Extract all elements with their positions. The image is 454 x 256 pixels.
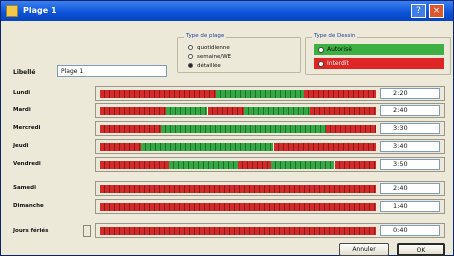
mode-option-quotidienne[interactable]: quotidienne bbox=[188, 43, 230, 52]
forbidden-segment[interactable] bbox=[100, 227, 376, 235]
allowed-segment[interactable] bbox=[271, 161, 334, 169]
mode-option-detaillee[interactable]: détaillée bbox=[188, 61, 221, 70]
radio-icon[interactable] bbox=[318, 60, 324, 67]
allowed-segment[interactable] bbox=[216, 90, 304, 98]
forbidden-segment[interactable] bbox=[274, 143, 376, 151]
mode-option-label: semaine/WE bbox=[197, 53, 232, 60]
libelle-label: Libellé bbox=[13, 69, 36, 76]
day-label: Jeudi bbox=[13, 143, 29, 149]
schedule-bar[interactable] bbox=[100, 107, 376, 115]
cancel-button[interactable]: Annuler bbox=[339, 243, 389, 256]
day-time: 2:40 bbox=[380, 105, 440, 116]
day-label: Samedi bbox=[13, 185, 36, 191]
day-time: 3:40 bbox=[380, 141, 440, 152]
day-time: 3:30 bbox=[380, 123, 440, 134]
allowed-segment[interactable] bbox=[161, 125, 327, 133]
forbidden-segment[interactable] bbox=[100, 90, 216, 98]
day-time: 1:40 bbox=[380, 201, 440, 212]
draw-type-forbidden-label: Interdit bbox=[327, 60, 349, 67]
schedule-bar[interactable] bbox=[100, 203, 376, 211]
day-row-jeudi: 3:40 bbox=[95, 139, 445, 154]
forbidden-segment[interactable] bbox=[326, 125, 376, 133]
forbidden-segment[interactable] bbox=[100, 203, 376, 211]
ok-button[interactable]: OK bbox=[397, 243, 445, 256]
forbidden-segment[interactable] bbox=[208, 107, 244, 115]
title-bar[interactable]: Plage 1 ? × bbox=[1, 1, 453, 21]
radio-icon[interactable] bbox=[188, 63, 193, 68]
draw-type-forbidden[interactable]: Interdit bbox=[314, 58, 444, 69]
schedule-bar[interactable] bbox=[100, 227, 376, 235]
help-button[interactable]: ? bbox=[411, 4, 426, 18]
schedule-bar[interactable] bbox=[100, 143, 376, 151]
day-row-dimanche: 1:40 bbox=[95, 199, 445, 214]
schedule-bar[interactable] bbox=[100, 90, 376, 98]
mode-group: Type de plage quotidienne semaine/WE dét… bbox=[177, 33, 301, 73]
allowed-segment[interactable] bbox=[169, 161, 238, 169]
forbidden-segment[interactable] bbox=[100, 143, 141, 151]
day-row-mercredi: 3:30 bbox=[95, 121, 445, 136]
day-time: 2:20 bbox=[380, 88, 440, 99]
close-button[interactable]: × bbox=[429, 4, 444, 18]
day-label: Lundi bbox=[13, 90, 31, 96]
draw-type-legend: Type de Dessin bbox=[312, 33, 358, 39]
mode-option-semaine[interactable]: semaine/WE bbox=[188, 52, 231, 61]
draw-type-group: Type de Dessin Autorisé Interdit bbox=[305, 33, 451, 75]
radio-icon[interactable] bbox=[318, 46, 324, 53]
forbidden-segment[interactable] bbox=[238, 161, 271, 169]
day-time: 2:40 bbox=[380, 183, 440, 194]
day-label: Mercredi bbox=[13, 125, 41, 131]
dialog-window: Plage 1 ? × Type de plage quotidienne se… bbox=[0, 0, 454, 256]
forbidden-segment[interactable] bbox=[100, 161, 169, 169]
radio-icon[interactable] bbox=[188, 45, 193, 50]
forbidden-segment[interactable] bbox=[100, 185, 376, 193]
app-icon bbox=[6, 5, 18, 17]
schedule-bar[interactable] bbox=[100, 161, 376, 169]
forbidden-segment[interactable] bbox=[100, 107, 166, 115]
day-label: Dimanche bbox=[13, 203, 44, 209]
draw-type-allowed-label: Autorisé bbox=[327, 46, 352, 53]
libelle-input[interactable]: Plage 1 bbox=[57, 65, 167, 77]
schedule-bar[interactable] bbox=[100, 185, 376, 193]
window-title: Plage 1 bbox=[23, 6, 57, 15]
day-label: Mardi bbox=[13, 107, 31, 113]
schedule-bar[interactable] bbox=[100, 125, 376, 133]
day-row-lundi: 2:20 bbox=[95, 86, 445, 101]
allowed-segment[interactable] bbox=[141, 143, 273, 151]
radio-icon[interactable] bbox=[188, 54, 193, 59]
day-row-samedi: 2:40 bbox=[95, 181, 445, 196]
mode-option-label: détaillée bbox=[197, 62, 221, 69]
allowed-segment[interactable] bbox=[166, 107, 207, 115]
day-time: 0:40 bbox=[380, 225, 440, 236]
day-row-vendredi: 3:50 bbox=[95, 157, 445, 172]
mode-option-label: quotidienne bbox=[197, 44, 230, 51]
day-row-mardi: 2:40 bbox=[95, 103, 445, 118]
slider-handle[interactable] bbox=[83, 225, 91, 237]
draw-type-allowed[interactable]: Autorisé bbox=[314, 44, 444, 55]
forbidden-segment[interactable] bbox=[335, 161, 376, 169]
allowed-segment[interactable] bbox=[244, 107, 310, 115]
day-time: 3:50 bbox=[380, 159, 440, 170]
forbidden-segment[interactable] bbox=[304, 90, 376, 98]
forbidden-segment[interactable] bbox=[100, 125, 161, 133]
forbidden-segment[interactable] bbox=[310, 107, 376, 115]
day-label: Vendredi bbox=[13, 161, 41, 167]
day-row-jours-feries: 0:40 bbox=[95, 223, 445, 238]
day-label: Jours fériés bbox=[13, 228, 49, 234]
mode-group-legend: Type de plage bbox=[184, 33, 227, 39]
